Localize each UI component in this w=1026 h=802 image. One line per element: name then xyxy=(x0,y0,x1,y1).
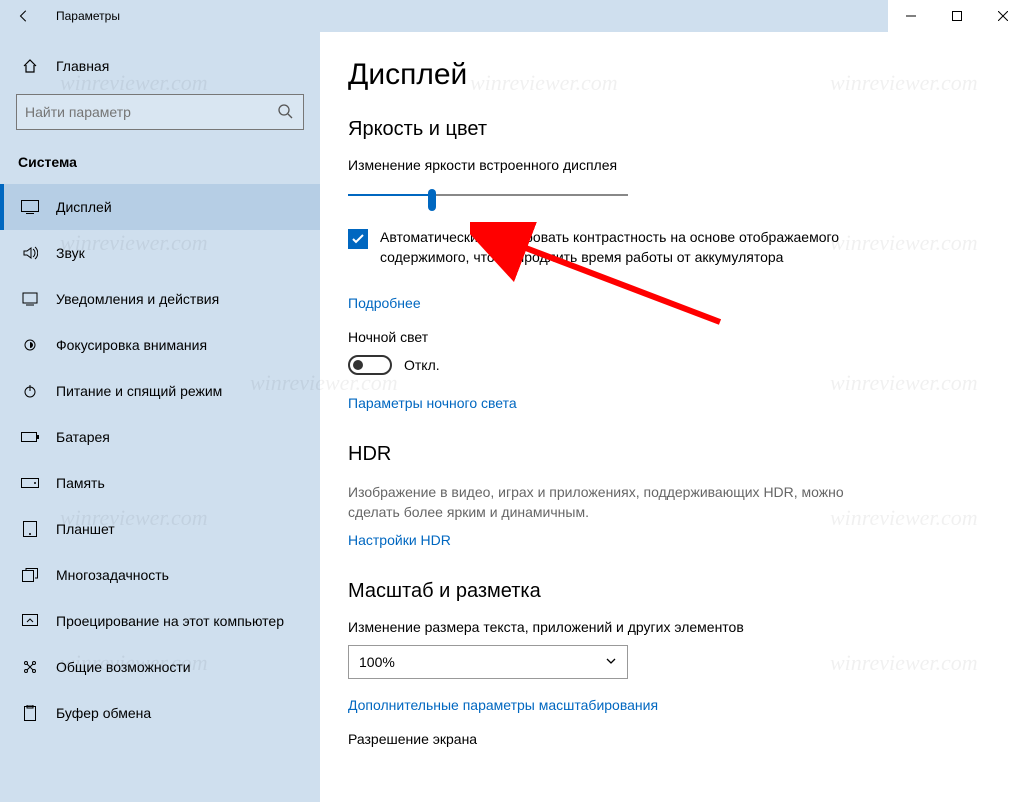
night-light-label: Ночной свет xyxy=(348,329,986,345)
sidebar-item-multitask[interactable]: Многозадачность xyxy=(0,552,320,598)
sidebar-item-sound[interactable]: Звук xyxy=(0,230,320,276)
title-bar: Параметры xyxy=(0,0,1026,32)
multitask-icon xyxy=(20,568,40,582)
sidebar-item-battery[interactable]: Батарея xyxy=(0,414,320,460)
close-button[interactable] xyxy=(980,0,1026,32)
sidebar: Главная Система Дисплей Звук Уведомления… xyxy=(0,32,320,802)
back-button[interactable] xyxy=(0,0,48,32)
battery-icon xyxy=(20,432,40,442)
auto-contrast-label: Автоматически регулировать контрастность… xyxy=(380,227,908,267)
sidebar-item-label: Память xyxy=(56,475,105,491)
sidebar-item-label: Звук xyxy=(56,245,85,261)
sidebar-group-title: Система xyxy=(0,148,320,184)
main-content: Дисплей Яркость и цвет Изменение яркости… xyxy=(320,32,1026,802)
sidebar-item-display[interactable]: Дисплей xyxy=(0,184,320,230)
brightness-slider-label: Изменение яркости встроенного дисплея xyxy=(348,157,986,173)
sound-icon xyxy=(20,245,40,261)
minimize-button[interactable] xyxy=(888,0,934,32)
sidebar-item-label: Общие возможности xyxy=(56,659,191,675)
search-input[interactable] xyxy=(25,104,277,120)
sidebar-item-label: Дисплей xyxy=(56,199,112,215)
projecting-icon xyxy=(20,614,40,628)
sidebar-item-projecting[interactable]: Проецирование на этот компьютер xyxy=(0,598,320,644)
brightness-heading: Яркость и цвет xyxy=(348,118,986,141)
search-box[interactable] xyxy=(16,94,304,130)
sidebar-item-label: Буфер обмена xyxy=(56,705,151,721)
auto-contrast-checkbox[interactable] xyxy=(348,229,368,249)
sidebar-item-label: Уведомления и действия xyxy=(56,291,219,307)
advanced-scaling-link[interactable]: Дополнительные параметры масштабирования xyxy=(348,697,986,713)
sidebar-item-notifications[interactable]: Уведомления и действия xyxy=(0,276,320,322)
chevron-down-icon xyxy=(605,654,617,670)
window-title: Параметры xyxy=(56,9,120,23)
sidebar-item-clipboard[interactable]: Буфер обмена xyxy=(0,690,320,736)
sidebar-item-label: Батарея xyxy=(56,429,110,445)
night-light-settings-link[interactable]: Параметры ночного света xyxy=(348,395,986,411)
home-label: Главная xyxy=(56,58,109,74)
search-icon xyxy=(277,103,295,121)
sidebar-item-shared[interactable]: Общие возможности xyxy=(0,644,320,690)
focus-icon xyxy=(20,337,40,353)
hdr-description: Изображение в видео, играх и приложениях… xyxy=(348,482,878,522)
notifications-icon xyxy=(20,291,40,307)
hdr-heading: HDR xyxy=(348,443,986,466)
home-icon xyxy=(20,58,40,74)
power-icon xyxy=(20,383,40,399)
storage-icon xyxy=(20,478,40,488)
sidebar-item-label: Планшет xyxy=(56,521,115,537)
sidebar-item-label: Многозадачность xyxy=(56,567,169,583)
sidebar-item-label: Проецирование на этот компьютер xyxy=(56,613,284,629)
brightness-slider[interactable] xyxy=(348,183,628,207)
shared-icon xyxy=(20,659,40,675)
hdr-settings-link[interactable]: Настройки HDR xyxy=(348,532,986,548)
sidebar-item-power[interactable]: Питание и спящий режим xyxy=(0,368,320,414)
home-nav-item[interactable]: Главная xyxy=(0,46,320,86)
sidebar-item-label: Фокусировка внимания xyxy=(56,337,207,353)
page-title: Дисплей xyxy=(348,58,986,92)
night-light-state: Откл. xyxy=(404,357,440,373)
maximize-button[interactable] xyxy=(934,0,980,32)
sidebar-item-focus[interactable]: Фокусировка внимания xyxy=(0,322,320,368)
sidebar-item-tablet[interactable]: Планшет xyxy=(0,506,320,552)
display-icon xyxy=(20,200,40,214)
scale-value: 100% xyxy=(359,654,395,670)
sidebar-item-storage[interactable]: Память xyxy=(0,460,320,506)
scale-label: Изменение размера текста, приложений и д… xyxy=(348,619,986,635)
tablet-icon xyxy=(20,521,40,537)
resolution-label: Разрешение экрана xyxy=(348,731,986,747)
sidebar-item-label: Питание и спящий режим xyxy=(56,383,222,399)
clipboard-icon xyxy=(20,705,40,721)
night-light-toggle[interactable] xyxy=(348,355,392,375)
learn-more-link[interactable]: Подробнее xyxy=(348,295,986,311)
scale-heading: Масштаб и разметка xyxy=(348,580,986,603)
scale-dropdown[interactable]: 100% xyxy=(348,645,628,679)
